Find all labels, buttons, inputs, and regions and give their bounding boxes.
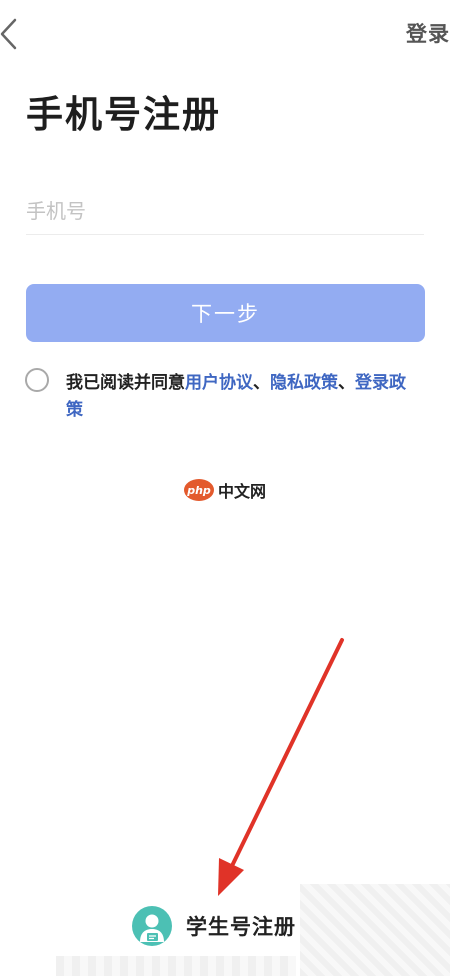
watermark-logo: php — [184, 479, 214, 501]
student-register-label: 学生号注册 — [186, 915, 296, 939]
page-title: 手机号注册 — [26, 93, 221, 136]
blurred-region — [300, 884, 450, 976]
student-avatar-icon — [132, 906, 172, 946]
agree-radio[interactable] — [25, 368, 49, 392]
register-screen: 登录 手机号注册 下一步 我已阅读并同意用户协议、隐私政策、登录政策 php 中… — [0, 0, 450, 976]
agreement-text: 我已阅读并同意用户协议、隐私政策、登录政策 — [66, 370, 418, 424]
phone-input[interactable] — [26, 188, 424, 235]
watermark-text: 中文网 — [218, 482, 267, 501]
privacy-policy-link[interactable]: 隐私政策 — [270, 373, 338, 393]
next-button[interactable]: 下一步 — [26, 284, 425, 342]
blurred-region — [56, 956, 296, 976]
user-agreement-link[interactable]: 用户协议 — [185, 373, 253, 393]
agreement-separator: 、 — [338, 373, 355, 393]
agreement-separator: 、 — [253, 373, 270, 393]
login-link[interactable]: 登录 — [406, 18, 450, 48]
watermark: php 中文网 — [184, 478, 266, 502]
student-register-button[interactable]: 学生号注册 — [132, 906, 296, 946]
chevron-left-icon — [0, 18, 17, 50]
agreement-prefix: 我已阅读并同意 — [66, 373, 185, 393]
back-button[interactable] — [0, 14, 24, 54]
